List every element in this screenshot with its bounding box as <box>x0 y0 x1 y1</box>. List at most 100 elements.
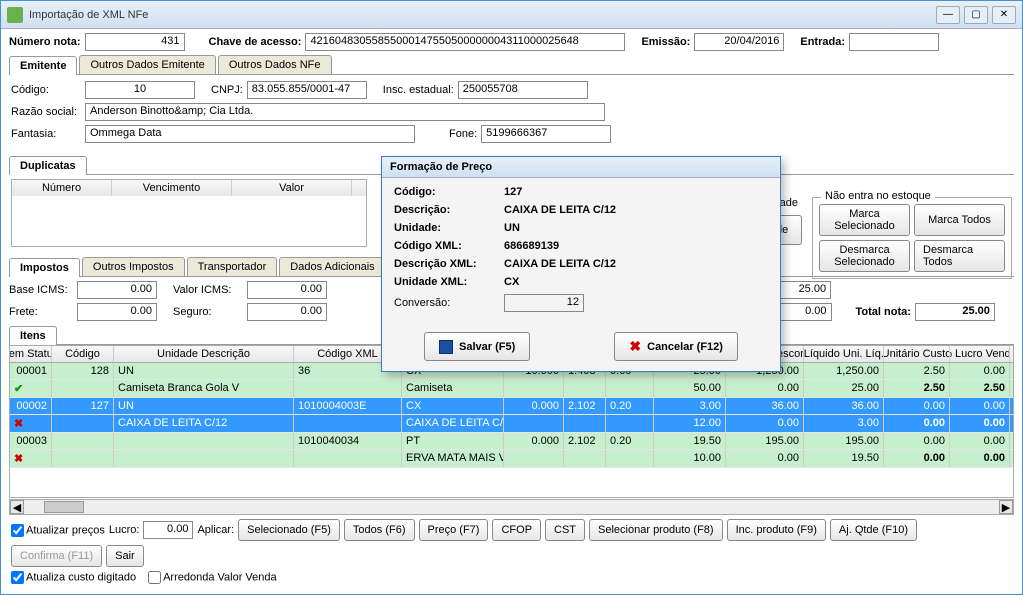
dlg-unidade-xml: CX <box>504 276 519 288</box>
razao-label: Razão social: <box>11 106 81 118</box>
save-icon <box>439 340 453 354</box>
insc-field[interactable]: 250055708 <box>458 81 588 99</box>
dlg-unidade: UN <box>504 222 520 234</box>
dup-col-valor: Valor <box>232 180 352 196</box>
numero-nota-field[interactable]: 431 <box>85 33 185 51</box>
aplicar-label: Aplicar: <box>197 524 234 536</box>
atualiza-custo-check[interactable]: Atualiza custo digitado <box>11 571 136 584</box>
arredonda-check[interactable]: Arredonda Valor Venda <box>148 571 277 584</box>
base-icms-label: Base ICMS: <box>9 284 73 296</box>
tab-duplicatas[interactable]: Duplicatas <box>9 156 87 175</box>
aj-qtde-button[interactable]: Aj. Qtde (F10) <box>830 519 917 541</box>
dup-col-numero: Número <box>12 180 112 196</box>
chave-label: Chave de acesso: <box>209 36 302 48</box>
x-icon: ✖ <box>14 418 23 430</box>
duplicatas-table: Número Vencimento Valor <box>11 179 367 247</box>
dialog-cancel-button[interactable]: ✖Cancelar (F12) <box>614 332 738 361</box>
close-button[interactable]: ✕ <box>992 6 1016 24</box>
tab-impostos[interactable]: Impostos <box>9 258 80 277</box>
cnpj-label: CNPJ: <box>211 84 243 96</box>
dup-col-venc: Vencimento <box>112 180 232 196</box>
preco-button[interactable]: Preço (F7) <box>419 519 489 541</box>
tab-outros-emitente[interactable]: Outros Dados Emitente <box>79 55 215 74</box>
titlebar: Importação de XML NFe — ▢ ✕ <box>1 1 1022 29</box>
itens-grid[interactable]: 00001128UN36CX10.0001.4030.6025.001,250.… <box>9 363 1014 468</box>
estoque-box: Não entra no estoque Marca Selecionado M… <box>812 197 1012 279</box>
entrada-field[interactable] <box>849 33 939 51</box>
entrada-label: Entrada: <box>800 36 845 48</box>
formacao-preco-dialog: Formação de Preço Código:127 Descrição:C… <box>381 156 781 372</box>
dlg-descricao: CAIXA DE LEITA C/12 <box>504 204 616 216</box>
marca-sel-button[interactable]: Marca Selecionado <box>819 204 910 236</box>
footer: Atualizar preços Lucro: 0.00 Aplicar: Se… <box>9 515 1014 571</box>
dlg-descricao-xml: CAIXA DE LEITA C/12 <box>504 258 616 270</box>
tab-emitente[interactable]: Emitente <box>9 56 77 75</box>
table-row[interactable]: ✖ERVA MATA MAIS VERDE10.000.0019.500.000… <box>9 450 1014 468</box>
dlg-codigo: 127 <box>504 186 522 198</box>
numero-nota-label: Número nota: <box>9 36 81 48</box>
table-row[interactable]: ✔Camiseta Branca Gola VCamiseta50.000.00… <box>9 380 1014 398</box>
dlg-conversao-field[interactable]: 12 <box>504 294 584 312</box>
inc-produto-button[interactable]: Inc. produto (F9) <box>727 519 826 541</box>
tab-dados-adicionais[interactable]: Dados Adicionais <box>279 257 385 276</box>
desmarca-todos-button[interactable]: Desmarca Todos <box>914 240 1005 272</box>
codigo-field[interactable]: 10 <box>85 81 195 99</box>
fone-field[interactable]: 5199666367 <box>481 125 611 143</box>
selecionado-button[interactable]: Selecionado (F5) <box>238 519 340 541</box>
codigo-label: Código: <box>11 84 81 96</box>
seguro-label: Seguro: <box>173 306 243 318</box>
cst-button[interactable]: CST <box>545 519 585 541</box>
grid-scrollbar[interactable]: ◀ ▶ <box>9 499 1014 515</box>
table-row[interactable]: 000031010040034PT0.0002.1020.2019.50195.… <box>9 433 1014 450</box>
total-field: 25.00 <box>915 303 995 321</box>
desmarca-sel-button[interactable]: Desmarca Selecionado <box>819 240 910 272</box>
atualizar-precos-check[interactable]: Atualizar preços <box>11 524 105 537</box>
base-icms-field[interactable]: 0.00 <box>77 281 157 299</box>
main-window: Importação de XML NFe — ▢ ✕ Número nota:… <box>0 0 1023 595</box>
razao-field[interactable]: Anderson Binotto&amp; Cia Ltda. <box>85 103 605 121</box>
fantasia-label: Fantasia: <box>11 128 81 140</box>
sair-button[interactable]: Sair <box>106 545 144 567</box>
lucro-field[interactable]: 0.00 <box>143 521 193 539</box>
cancel-icon: ✖ <box>629 338 641 355</box>
tab-outros-nfe[interactable]: Outros Dados NFe <box>218 55 332 74</box>
insc-label: Insc. estadual: <box>383 84 454 96</box>
dialog-title: Formação de Preço <box>382 157 780 178</box>
todos-button[interactable]: Todos (F6) <box>344 519 415 541</box>
tab-transportador[interactable]: Transportador <box>187 257 278 276</box>
window-title: Importação de XML NFe <box>29 9 936 21</box>
maximize-button[interactable]: ▢ <box>964 6 988 24</box>
frete-label: Frete: <box>9 306 73 318</box>
valor-icms-field[interactable]: 0.00 <box>247 281 327 299</box>
tab-outros-impostos[interactable]: Outros Impostos <box>82 257 185 276</box>
dialog-save-button[interactable]: Salvar (F5) <box>424 332 530 361</box>
minimize-button[interactable]: — <box>936 6 960 24</box>
cfop-button[interactable]: CFOP <box>492 519 541 541</box>
app-icon <box>7 7 23 23</box>
total-label: Total nota: <box>856 306 911 318</box>
table-row[interactable]: ✖CAIXA DE LEITA C/12CAIXA DE LEITA C/121… <box>9 415 1014 433</box>
scroll-thumb[interactable] <box>44 501 84 513</box>
cnpj-field[interactable]: 83.055.855/0001-47 <box>247 81 367 99</box>
table-row[interactable]: 00002127UN1010004003ECX0.0002.1020.203.0… <box>9 398 1014 415</box>
x-icon: ✖ <box>14 453 23 465</box>
emissao-field[interactable]: 20/04/2016 <box>694 33 784 51</box>
frete-field[interactable]: 0.00 <box>77 303 157 321</box>
scroll-right-icon[interactable]: ▶ <box>999 500 1013 514</box>
estoque-legend: Não entra no estoque <box>821 190 935 202</box>
check-icon: ✔ <box>14 383 23 395</box>
fantasia-field[interactable]: Ommega Data <box>85 125 415 143</box>
selecionar-produto-button[interactable]: Selecionar produto (F8) <box>589 519 723 541</box>
seguro-field[interactable]: 0.00 <box>247 303 327 321</box>
fone-label: Fone: <box>449 128 477 140</box>
lucro-label: Lucro: <box>109 524 140 536</box>
main-tabs: Emitente Outros Dados Emitente Outros Da… <box>9 55 1014 75</box>
valor-icms-label: Valor ICMS: <box>173 284 243 296</box>
tab-itens[interactable]: Itens <box>9 326 57 345</box>
confirma-button[interactable]: Confirma (F11) <box>11 545 102 567</box>
scroll-left-icon[interactable]: ◀ <box>10 500 24 514</box>
emissao-label: Emissão: <box>641 36 690 48</box>
marca-todos-button[interactable]: Marca Todos <box>914 204 1005 236</box>
dlg-codigo-xml: 686689139 <box>504 240 559 252</box>
chave-field[interactable]: 4216048305585500014755050000000431100002… <box>305 33 625 51</box>
